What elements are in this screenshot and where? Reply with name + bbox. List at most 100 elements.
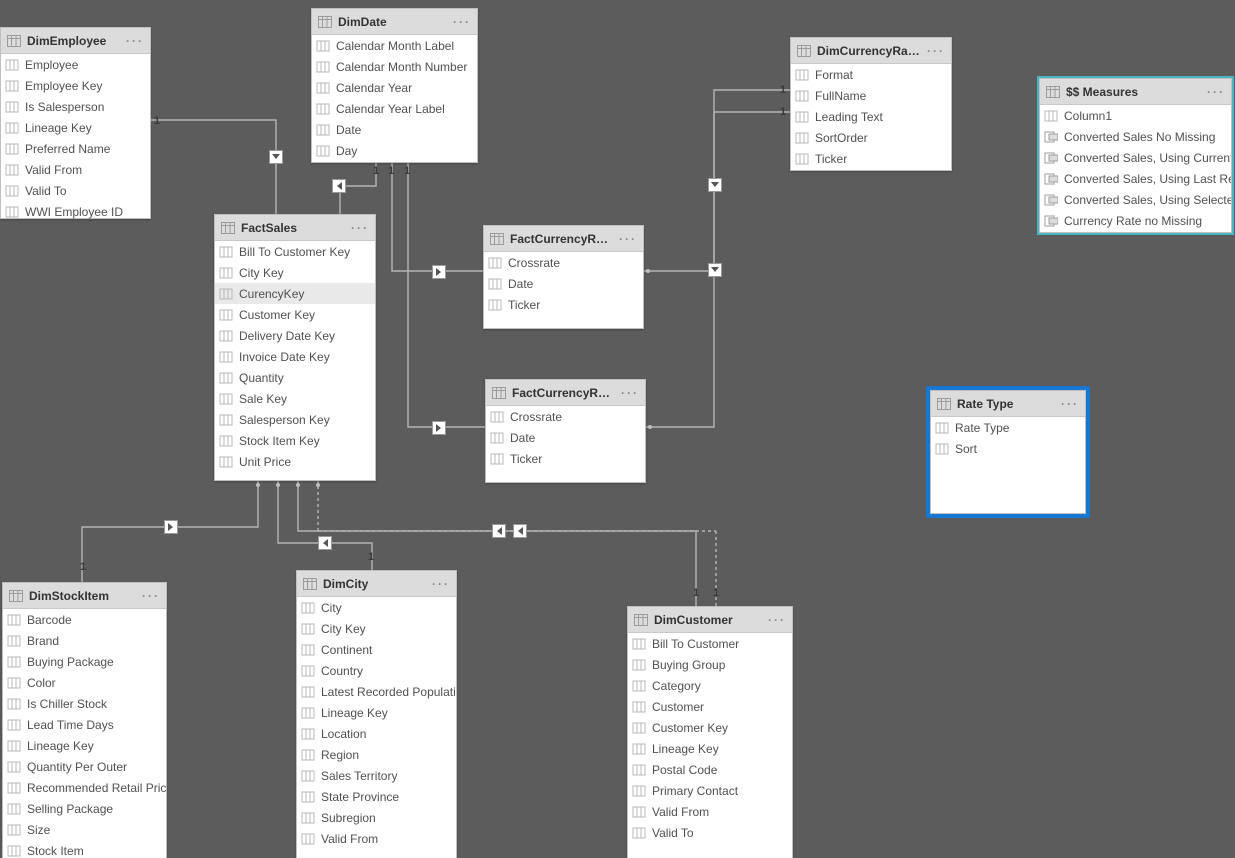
- table-header[interactable]: DimCity···: [297, 571, 456, 597]
- field-row[interactable]: Country: [297, 660, 456, 681]
- field-row[interactable]: Valid To: [628, 822, 792, 843]
- more-icon[interactable]: ···: [768, 613, 786, 627]
- field-row[interactable]: Region: [297, 744, 456, 765]
- field-row[interactable]: Is Salesperson: [1, 96, 150, 117]
- more-icon[interactable]: ···: [619, 232, 637, 246]
- table-header[interactable]: $$ Measures···: [1040, 79, 1231, 105]
- field-row[interactable]: Unit Price: [215, 451, 375, 472]
- field-row[interactable]: Customer: [628, 696, 792, 717]
- field-row[interactable]: Sale Key: [215, 388, 375, 409]
- table-measures[interactable]: $$ Measures···Column1Converted Sales No …: [1039, 78, 1232, 233]
- field-row[interactable]: Converted Sales No Missing: [1040, 126, 1231, 147]
- table-header[interactable]: FactCurrencyRates···: [484, 226, 643, 252]
- field-row[interactable]: FullName: [791, 85, 951, 106]
- field-row[interactable]: Salesperson Key: [215, 409, 375, 430]
- table-header[interactable]: DimStockItem···: [3, 583, 166, 609]
- table-header[interactable]: FactSales···: [215, 215, 375, 241]
- field-row[interactable]: Barcode: [3, 609, 166, 630]
- field-row[interactable]: Selling Package: [3, 798, 166, 819]
- field-row[interactable]: Bill To Customer Key: [215, 241, 375, 262]
- field-row[interactable]: Subregion: [297, 807, 456, 828]
- field-row[interactable]: Converted Sales, Using Selected...: [1040, 189, 1231, 210]
- field-row[interactable]: Color: [3, 672, 166, 693]
- field-row[interactable]: Valid To: [1, 180, 150, 201]
- table-header[interactable]: Rate Type···: [931, 391, 1085, 417]
- table-dimCity[interactable]: DimCity···CityCity KeyContinentCountryLa…: [296, 570, 457, 858]
- field-row[interactable]: Crossrate: [484, 252, 643, 273]
- field-row[interactable]: Date: [486, 427, 645, 448]
- more-icon[interactable]: ···: [432, 577, 450, 591]
- field-row[interactable]: Lineage Key: [3, 735, 166, 756]
- more-icon[interactable]: ···: [621, 386, 639, 400]
- field-row[interactable]: Valid From: [628, 801, 792, 822]
- field-row[interactable]: Postal Code: [628, 759, 792, 780]
- field-row[interactable]: Stock Item: [3, 840, 166, 858]
- more-icon[interactable]: ···: [927, 44, 945, 58]
- table-factCurrencyRates2[interactable]: FactCurrencyRates...···CrossrateDateTick…: [485, 379, 646, 483]
- field-row[interactable]: Employee Key: [1, 75, 150, 96]
- field-row[interactable]: Continent: [297, 639, 456, 660]
- table-header[interactable]: DimCurrencyRates···: [791, 38, 951, 64]
- field-row[interactable]: City Key: [297, 618, 456, 639]
- field-row[interactable]: Location: [297, 723, 456, 744]
- field-row[interactable]: Date: [484, 273, 643, 294]
- more-icon[interactable]: ···: [453, 15, 471, 29]
- field-row[interactable]: Format: [791, 64, 951, 85]
- field-row[interactable]: Size: [3, 819, 166, 840]
- field-row[interactable]: Buying Group: [628, 654, 792, 675]
- field-row[interactable]: Converted Sales, Using Last Rep...: [1040, 168, 1231, 189]
- table-factSales[interactable]: FactSales···Bill To Customer KeyCity Key…: [214, 214, 376, 481]
- field-row[interactable]: Sales Territory: [297, 765, 456, 786]
- field-row[interactable]: Customer Key: [628, 717, 792, 738]
- table-header[interactable]: DimDate···: [312, 9, 477, 35]
- field-row[interactable]: Date: [312, 119, 477, 140]
- field-row[interactable]: Day: [312, 140, 477, 161]
- more-icon[interactable]: ···: [142, 589, 160, 603]
- field-row[interactable]: Ticker: [486, 448, 645, 469]
- table-dimStockItem[interactable]: DimStockItem···BarcodeBrandBuying Packag…: [2, 582, 167, 858]
- field-row[interactable]: Crossrate: [486, 406, 645, 427]
- field-row[interactable]: Calendar Month Label: [312, 35, 477, 56]
- field-row[interactable]: WWI Employee ID: [1, 201, 150, 222]
- field-row[interactable]: Valid From: [297, 828, 456, 849]
- field-row[interactable]: CurencyKey: [215, 283, 375, 304]
- field-row[interactable]: Ticker: [484, 294, 643, 315]
- field-row[interactable]: Sort: [931, 438, 1085, 459]
- table-header[interactable]: FactCurrencyRates...···: [486, 380, 645, 406]
- field-row[interactable]: Employee: [1, 54, 150, 75]
- field-row[interactable]: Lead Time Days: [3, 714, 166, 735]
- field-row[interactable]: Delivery Date Key: [215, 325, 375, 346]
- field-row[interactable]: City: [297, 597, 456, 618]
- more-icon[interactable]: ···: [126, 34, 144, 48]
- field-row[interactable]: Brand: [3, 630, 166, 651]
- field-row[interactable]: Category: [628, 675, 792, 696]
- field-row[interactable]: Quantity: [215, 367, 375, 388]
- table-dimDate[interactable]: DimDate···Calendar Month LabelCalendar M…: [311, 8, 478, 163]
- field-row[interactable]: Calendar Month Number: [312, 56, 477, 77]
- field-row[interactable]: Calendar Year Label: [312, 98, 477, 119]
- field-row[interactable]: Invoice Date Key: [215, 346, 375, 367]
- field-row[interactable]: Leading Text: [791, 106, 951, 127]
- field-row[interactable]: Valid From: [1, 159, 150, 180]
- field-row[interactable]: City Key: [215, 262, 375, 283]
- field-row[interactable]: Latest Recorded Populati...: [297, 681, 456, 702]
- field-row[interactable]: Ticker: [791, 148, 951, 169]
- table-dimEmployee[interactable]: DimEmployee···EmployeeEmployee KeyIs Sal…: [0, 27, 151, 219]
- more-icon[interactable]: ···: [1207, 85, 1225, 99]
- field-row[interactable]: Recommended Retail Price: [3, 777, 166, 798]
- field-row[interactable]: Converted Sales, Using Current ...: [1040, 147, 1231, 168]
- table-rateType[interactable]: Rate Type···Rate TypeSort: [930, 390, 1086, 514]
- table-dimCustomer[interactable]: DimCustomer···Bill To CustomerBuying Gro…: [627, 606, 793, 858]
- field-row[interactable]: Calendar Year: [312, 77, 477, 98]
- field-row[interactable]: Stock Item Key: [215, 430, 375, 451]
- field-row[interactable]: Currency Rate no Missing: [1040, 210, 1231, 231]
- field-row[interactable]: Lineage Key: [628, 738, 792, 759]
- field-row[interactable]: Quantity Per Outer: [3, 756, 166, 777]
- table-factCurrencyRates[interactable]: FactCurrencyRates···CrossrateDateTicker: [483, 225, 644, 329]
- field-row[interactable]: Column1: [1040, 105, 1231, 126]
- table-header[interactable]: DimEmployee···: [1, 28, 150, 54]
- table-header[interactable]: DimCustomer···: [628, 607, 792, 633]
- more-icon[interactable]: ···: [1061, 397, 1079, 411]
- field-row[interactable]: Is Chiller Stock: [3, 693, 166, 714]
- field-row[interactable]: Bill To Customer: [628, 633, 792, 654]
